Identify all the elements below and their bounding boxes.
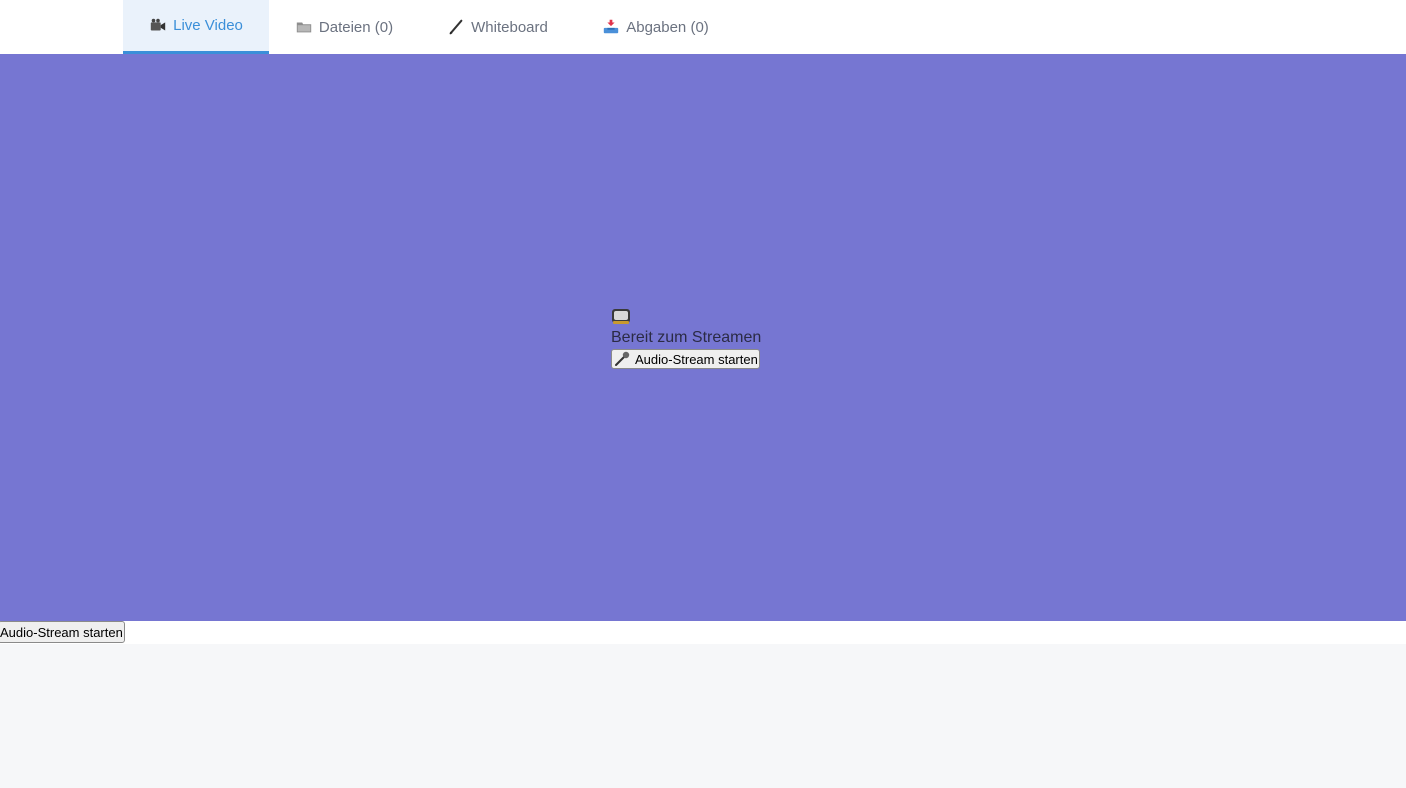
button-label: Audio-Stream starten [635, 351, 758, 367]
folder-icon [296, 22, 312, 33]
stream-status-text: Bereit zum Streamen [611, 329, 762, 346]
tab-bar: Live Video Dateien (0) Whiteboard Abgabe… [0, 0, 1406, 54]
video-camera-icon [150, 18, 166, 30]
tab-live-video[interactable]: Live Video [123, 0, 269, 54]
inbox-tray-icon [604, 19, 619, 34]
tab-label: Whiteboard [471, 18, 548, 36]
television-icon [612, 309, 630, 324]
microphone-icon [615, 351, 630, 366]
video-stage: Bereit zum Streamen Audio-Stream starten [0, 54, 1406, 621]
tab-whiteboard[interactable]: Whiteboard [434, 0, 561, 54]
stream-ready-panel: Bereit zum Streamen Audio-Stream starten [611, 306, 791, 372]
tab-label: Dateien (0) [318, 18, 394, 36]
pen-icon [449, 19, 463, 35]
tab-label: Live Video [173, 17, 243, 34]
tab-abgaben[interactable]: Abgaben (0) [590, 0, 721, 54]
tab-label: Abgaben (0) [626, 18, 709, 36]
start-audio-stream-button[interactable]: Audio-Stream starten [611, 349, 760, 369]
footer-area [0, 644, 1406, 788]
start-audio-stream-button-secondary[interactable]: Audio-Stream starten [0, 621, 125, 643]
tab-dateien[interactable]: Dateien (0) [284, 0, 404, 54]
button-label: Audio-Stream starten [0, 624, 123, 640]
